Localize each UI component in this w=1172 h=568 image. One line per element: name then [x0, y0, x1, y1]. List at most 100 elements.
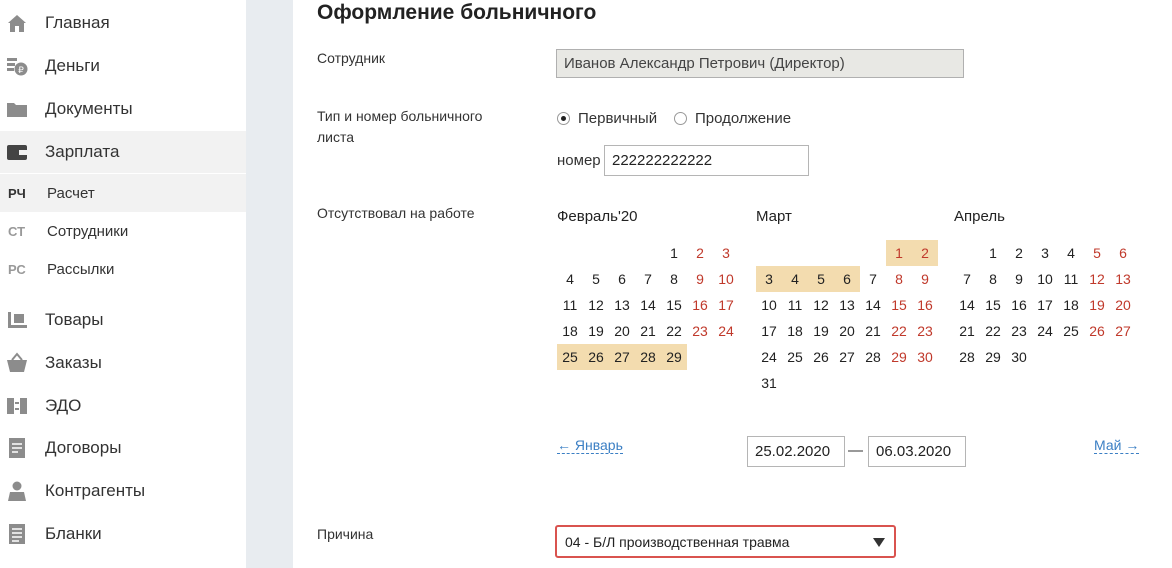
calendar-day[interactable]: 17: [756, 318, 782, 344]
calendar-day[interactable]: 8: [980, 266, 1006, 292]
calendar-day[interactable]: 18: [557, 318, 583, 344]
calendar-day[interactable]: 25: [557, 344, 583, 370]
calendar-day[interactable]: 16: [687, 292, 713, 318]
calendar-day[interactable]: 19: [1084, 292, 1110, 318]
calendar-day[interactable]: 27: [1110, 318, 1136, 344]
calendar-day[interactable]: 29: [980, 344, 1006, 370]
calendar-day[interactable]: 11: [1058, 266, 1084, 292]
calendar-day[interactable]: 28: [860, 344, 886, 370]
calendar-day[interactable]: 13: [834, 292, 860, 318]
calendar-day[interactable]: 20: [1110, 292, 1136, 318]
calendar-day[interactable]: 20: [609, 318, 635, 344]
calendar-day[interactable]: 27: [834, 344, 860, 370]
calendar-day[interactable]: 22: [661, 318, 687, 344]
calendar-day[interactable]: 9: [687, 266, 713, 292]
calendar-day[interactable]: 6: [609, 266, 635, 292]
reason-select[interactable]: 04 - Б/Л производственная травма: [555, 525, 896, 558]
sidebar-item-orders[interactable]: Заказы: [0, 342, 246, 384]
calendar-day[interactable]: 25: [1058, 318, 1084, 344]
calendar-day[interactable]: 23: [687, 318, 713, 344]
radio-primary-dot[interactable]: [557, 112, 570, 125]
calendar-day[interactable]: 1: [886, 240, 912, 266]
calendar-day[interactable]: 21: [635, 318, 661, 344]
calendar-day[interactable]: 3: [1032, 240, 1058, 266]
calendar-day[interactable]: 1: [661, 240, 687, 266]
calendar-day[interactable]: 5: [583, 266, 609, 292]
sidebar-subitem-mailings[interactable]: РС Рассылки: [0, 250, 246, 288]
calendar-day[interactable]: 29: [661, 344, 687, 370]
calendar-day[interactable]: 10: [713, 266, 739, 292]
radio-continuation[interactable]: Продолжение: [674, 110, 791, 127]
calendar-day[interactable]: 22: [886, 318, 912, 344]
calendar-day[interactable]: 13: [609, 292, 635, 318]
calendar-day[interactable]: 4: [1058, 240, 1084, 266]
calendar-day[interactable]: 26: [583, 344, 609, 370]
calendar-day[interactable]: 20: [834, 318, 860, 344]
calendar-day[interactable]: 15: [980, 292, 1006, 318]
calendar-day[interactable]: 17: [1032, 292, 1058, 318]
calendar-day[interactable]: 24: [756, 344, 782, 370]
calendar-day[interactable]: 16: [1006, 292, 1032, 318]
calendar-day[interactable]: 13: [1110, 266, 1136, 292]
sidebar-item-goods[interactable]: Товары: [0, 299, 246, 341]
calendar-day[interactable]: 16: [912, 292, 938, 318]
calendar-day[interactable]: 8: [661, 266, 687, 292]
sidebar-item-contractors[interactable]: Контрагенты: [0, 470, 246, 512]
sidebar-item-home[interactable]: Главная: [0, 2, 246, 44]
calendar-day[interactable]: 7: [954, 266, 980, 292]
sidebar-subitem-calc[interactable]: РЧ Расчет: [0, 174, 246, 212]
calendar-day[interactable]: 17: [713, 292, 739, 318]
calendar-day[interactable]: 6: [834, 266, 860, 292]
calendar-day[interactable]: 10: [756, 292, 782, 318]
next-month-link[interactable]: Май →: [1094, 437, 1140, 454]
calendar-day[interactable]: 21: [860, 318, 886, 344]
sidebar-item-documents[interactable]: Документы: [0, 88, 246, 130]
calendar-day[interactable]: 27: [609, 344, 635, 370]
calendar-day[interactable]: 3: [756, 266, 782, 292]
calendar-day[interactable]: 26: [1084, 318, 1110, 344]
calendar-day[interactable]: 12: [583, 292, 609, 318]
calendar-day[interactable]: 30: [912, 344, 938, 370]
calendar-day[interactable]: 18: [782, 318, 808, 344]
calendar-day[interactable]: 14: [860, 292, 886, 318]
sidebar-item-contracts[interactable]: Договоры: [0, 427, 246, 469]
radio-continuation-dot[interactable]: [674, 112, 687, 125]
calendar-day[interactable]: 29: [886, 344, 912, 370]
calendar-day[interactable]: 23: [912, 318, 938, 344]
calendar-day[interactable]: 12: [808, 292, 834, 318]
calendar-day[interactable]: 14: [954, 292, 980, 318]
calendar-day[interactable]: 28: [635, 344, 661, 370]
calendar-day[interactable]: 4: [557, 266, 583, 292]
calendar-day[interactable]: 24: [1032, 318, 1058, 344]
calendar-day[interactable]: 9: [1006, 266, 1032, 292]
calendar-day[interactable]: 31: [756, 370, 782, 396]
sidebar-item-forms[interactable]: Бланки: [0, 513, 246, 555]
calendar-day[interactable]: 2: [912, 240, 938, 266]
calendar-day[interactable]: 15: [661, 292, 687, 318]
calendar-day[interactable]: 23: [1006, 318, 1032, 344]
calendar-day[interactable]: 5: [808, 266, 834, 292]
calendar-day[interactable]: 22: [980, 318, 1006, 344]
calendar-day[interactable]: 19: [583, 318, 609, 344]
sidebar-item-money[interactable]: ₽ Деньги: [0, 45, 246, 87]
calendar-day[interactable]: 7: [635, 266, 661, 292]
calendar-day[interactable]: 24: [713, 318, 739, 344]
calendar-day[interactable]: 12: [1084, 266, 1110, 292]
sidebar-item-edo[interactable]: ЭДО: [0, 385, 246, 427]
calendar-day[interactable]: 18: [1058, 292, 1084, 318]
date-from-input[interactable]: 25.02.2020: [747, 436, 845, 467]
calendar-day[interactable]: 11: [782, 292, 808, 318]
sidebar-subitem-employees[interactable]: СТ Сотрудники: [0, 212, 246, 250]
calendar-day[interactable]: 10: [1032, 266, 1058, 292]
calendar-day[interactable]: 15: [886, 292, 912, 318]
calendar-day[interactable]: 8: [886, 266, 912, 292]
calendar-day[interactable]: 4: [782, 266, 808, 292]
radio-primary[interactable]: Первичный: [557, 110, 657, 127]
calendar-day[interactable]: 1: [980, 240, 1006, 266]
calendar-day[interactable]: 7: [860, 266, 886, 292]
calendar-day[interactable]: 14: [635, 292, 661, 318]
calendar-day[interactable]: 19: [808, 318, 834, 344]
calendar-day[interactable]: 6: [1110, 240, 1136, 266]
calendar-day[interactable]: 21: [954, 318, 980, 344]
calendar-day[interactable]: 28: [954, 344, 980, 370]
